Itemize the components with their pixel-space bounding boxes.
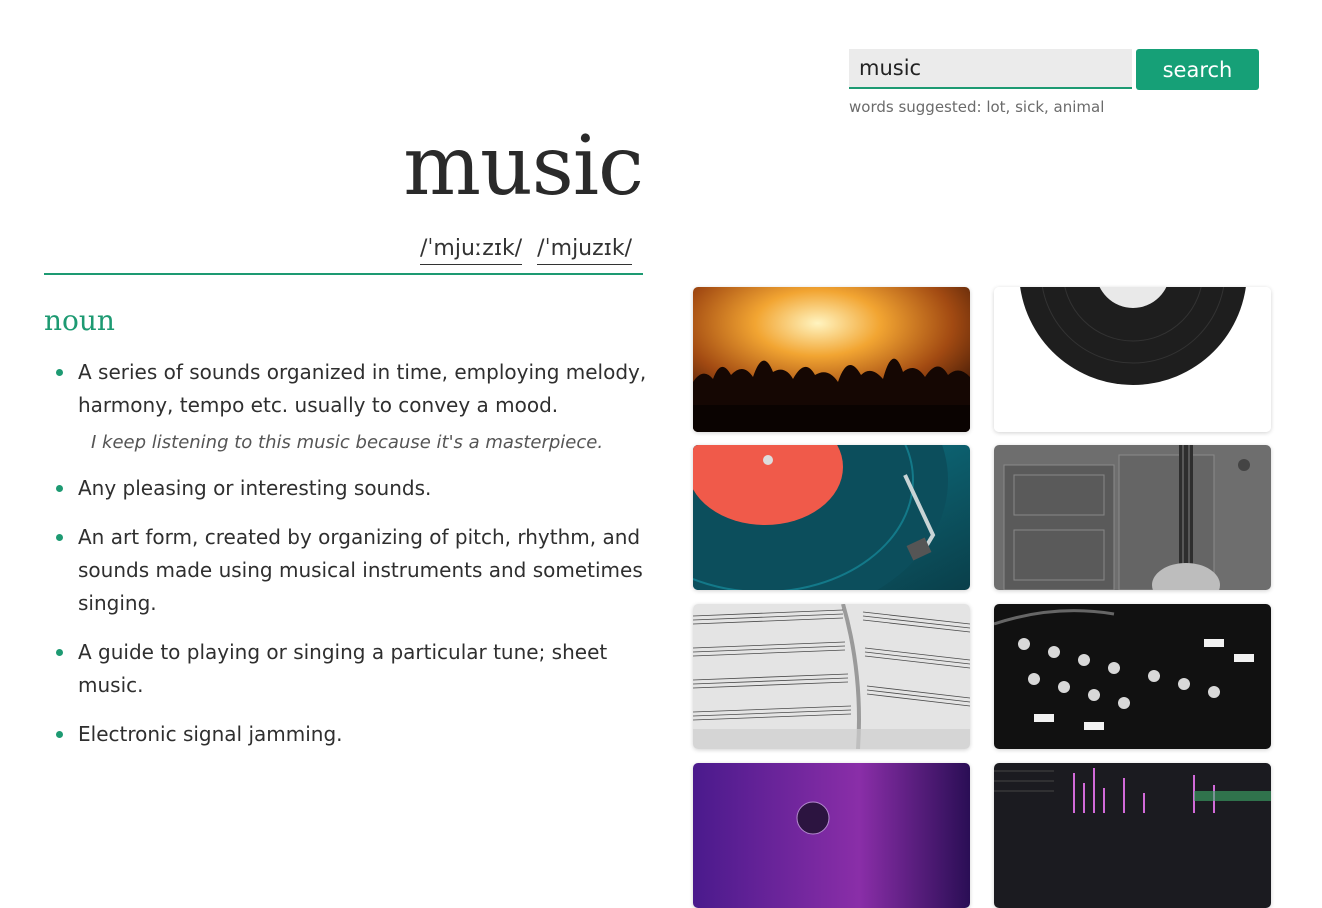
suggested-words: words suggested: lot, sick, animal	[849, 98, 1104, 116]
guitar-door-image[interactable]	[994, 445, 1271, 590]
definition-text: A series of sounds organized in time, em…	[78, 360, 647, 417]
turntable-image[interactable]	[693, 445, 970, 590]
definition-list: A series of sounds organized in time, em…	[44, 356, 654, 767]
pronunciation-us[interactable]: /ˈmjuzɪk/	[537, 234, 632, 265]
mixing-console-image[interactable]	[994, 604, 1271, 749]
sheet-music-image[interactable]	[693, 604, 970, 749]
definition-text: A guide to playing or singing a particul…	[78, 640, 608, 697]
bullet-icon	[56, 485, 63, 492]
definition-item: A series of sounds organized in time, em…	[44, 356, 654, 456]
bullet-icon	[56, 534, 63, 541]
definition-item: Electronic signal jamming.	[44, 718, 654, 751]
concert-crowd-image[interactable]	[693, 287, 970, 432]
suggested-list[interactable]: lot, sick, animal	[986, 98, 1104, 116]
part-of-speech: noun	[44, 304, 115, 337]
definition-item: An art form, created by organizing of pi…	[44, 521, 654, 620]
stage-microphone-image[interactable]	[693, 763, 970, 908]
audio-editor-image[interactable]	[994, 763, 1271, 908]
suggested-prefix: words suggested:	[849, 98, 987, 116]
search-input[interactable]	[849, 49, 1132, 89]
bullet-icon	[56, 649, 63, 656]
definition-text: Electronic signal jamming.	[78, 722, 343, 746]
pronunciations: /ˈmjuːzɪk/ /ˈmjuzɪk/	[44, 234, 632, 265]
headword: music	[403, 119, 644, 214]
bullet-icon	[56, 369, 63, 376]
definition-item: A guide to playing or singing a particul…	[44, 636, 654, 702]
bullet-icon	[56, 731, 63, 738]
definition-example: I keep listening to this music because i…	[91, 432, 604, 453]
search-button[interactable]: search	[1136, 49, 1259, 90]
definition-text: An art form, created by organizing of pi…	[78, 525, 643, 615]
definition-item: Any pleasing or interesting sounds.	[44, 472, 654, 505]
vinyl-record-image[interactable]	[994, 287, 1271, 432]
header-divider	[44, 273, 643, 275]
definition-text: Any pleasing or interesting sounds.	[78, 476, 432, 500]
pronunciation-uk[interactable]: /ˈmjuːzɪk/	[419, 234, 523, 265]
